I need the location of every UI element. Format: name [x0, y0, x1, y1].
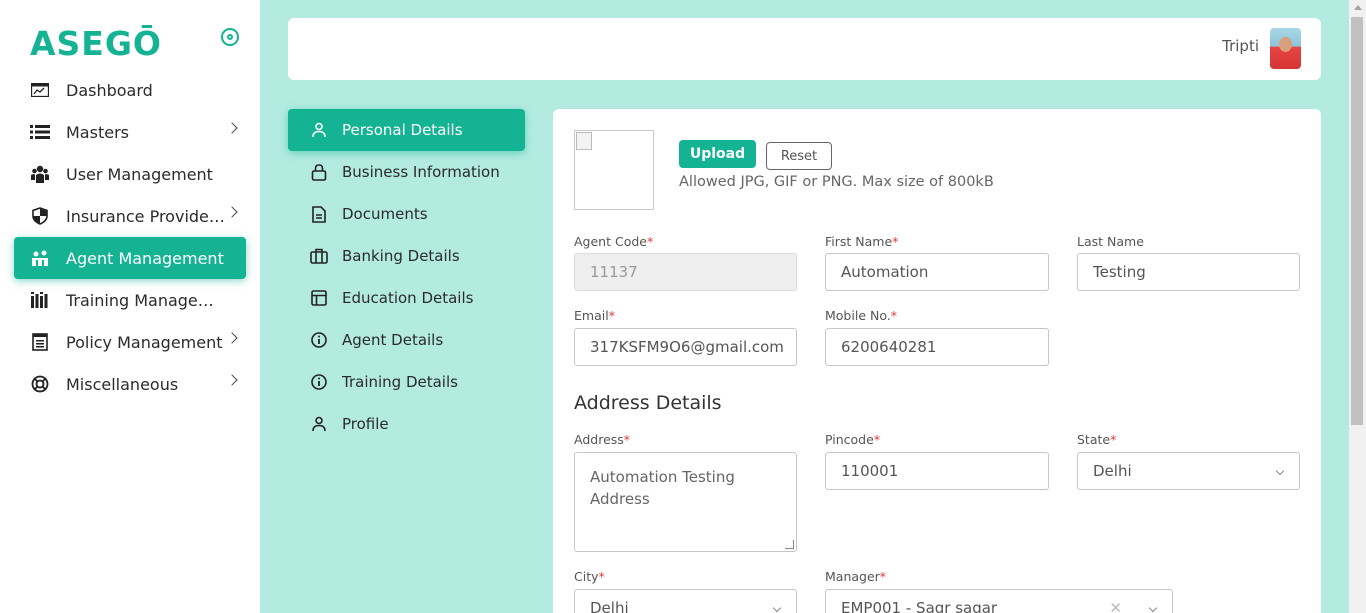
personal-details-form: Upload Reset Allowed JPG, GIF or PNG. Ma… [553, 109, 1321, 613]
agent-tabs: Personal Details Business Information Do… [288, 109, 525, 445]
user-icon [310, 415, 328, 433]
avatar[interactable] [1270, 28, 1301, 69]
chevron-right-icon [226, 374, 238, 386]
upload-hint: Allowed JPG, GIF or PNG. Max size of 800… [679, 174, 994, 190]
city-select-value: Delhi [590, 599, 629, 613]
first-name-label: First Name* [825, 234, 899, 249]
manager-select[interactable]: EMP001 - Sagr sagar ✕ [825, 589, 1173, 613]
last-name-label: Last Name [1077, 234, 1144, 249]
sidebar-item-label: Training Managem... [66, 290, 228, 310]
pincode-label: Pincode* [825, 432, 881, 447]
email-label: Email* [574, 308, 615, 323]
address-label: Address* [574, 432, 631, 447]
sidebar-item-miscellaneous[interactable]: Miscellaneous [14, 363, 246, 405]
agent-code-field[interactable]: 11137 [574, 253, 797, 291]
page-scrollbar[interactable] [1349, 0, 1366, 613]
sidebar-item-label: Miscellaneous [66, 374, 179, 394]
lock-icon [310, 163, 328, 181]
sidebar-item-masters[interactable]: Masters [14, 111, 246, 153]
user-icon [310, 121, 328, 139]
sidebar-item-label: Dashboard [66, 80, 153, 100]
sidebar-item-user-management[interactable]: User Management [14, 153, 246, 195]
brand-logo[interactable]: ASEGŌ [30, 24, 162, 63]
briefcase-icon [310, 247, 328, 265]
tab-education-details[interactable]: Education Details [288, 277, 525, 319]
chevron-down-icon [772, 603, 782, 613]
email-field[interactable]: 317KSFM9O6@gmail.com [574, 328, 797, 366]
tab-label: Agent Details [342, 331, 444, 349]
tab-training-details[interactable]: Training Details [288, 361, 525, 403]
city-label: City* [574, 569, 605, 584]
tab-profile[interactable]: Profile [288, 403, 525, 445]
tab-business-information[interactable]: Business Information [288, 151, 525, 193]
info-icon [310, 373, 328, 391]
last-name-field[interactable]: Testing [1077, 253, 1300, 291]
sidebar-item-agent-management[interactable]: Agent Management [14, 237, 246, 279]
chevron-down-icon [1275, 466, 1285, 476]
mobile-label: Mobile No.* [825, 308, 897, 323]
users-icon [30, 164, 50, 184]
sidebar-item-label: Masters [66, 122, 129, 142]
address-textarea[interactable]: Automation Testing Address [574, 452, 797, 552]
state-select-value: Delhi [1093, 462, 1132, 480]
reset-button[interactable]: Reset [766, 142, 832, 170]
file-icon [310, 205, 328, 223]
manager-select-value: EMP001 - Sagr sagar [841, 599, 998, 613]
user-name[interactable]: Tripti [1222, 37, 1259, 55]
sidebar-nav: Dashboard Masters User Management Insura… [14, 69, 246, 405]
sidebar-item-label: Agent Management [66, 248, 224, 268]
sidebar-item-label: User Management [66, 164, 213, 184]
tab-documents[interactable]: Documents [288, 193, 525, 235]
sidebar-item-label: Policy Management [66, 332, 223, 352]
agent-icon [30, 248, 50, 268]
mobile-field[interactable]: 6200640281 [825, 328, 1049, 366]
lifebuoy-icon [30, 374, 50, 394]
tab-label: Business Information [342, 163, 500, 181]
dashboard-icon [30, 80, 50, 100]
layout-icon [310, 289, 328, 307]
state-select[interactable]: Delhi [1077, 452, 1300, 490]
shield-icon [30, 206, 50, 226]
chevron-right-icon [226, 332, 238, 344]
scrollbar-thumb[interactable] [1351, 17, 1363, 425]
pincode-field[interactable]: 110001 [825, 452, 1049, 490]
top-header: Tripti [288, 18, 1321, 80]
tab-personal-details[interactable]: Personal Details [288, 109, 525, 151]
profile-photo-placeholder [574, 130, 654, 210]
list-icon [30, 122, 50, 142]
sidebar-item-training-management[interactable]: Training Managem... [14, 279, 246, 321]
upload-button[interactable]: Upload [679, 140, 756, 168]
tab-label: Profile [342, 415, 389, 433]
tab-label: Training Details [342, 373, 458, 391]
clear-icon[interactable]: ✕ [1109, 599, 1122, 613]
tab-label: Personal Details [342, 121, 463, 139]
scroll-up-arrow-icon[interactable] [1354, 5, 1362, 10]
tab-label: Education Details [342, 289, 474, 307]
books-icon [30, 290, 50, 310]
chevron-down-icon [1148, 603, 1158, 613]
state-label: State* [1077, 432, 1117, 447]
address-details-heading: Address Details [574, 392, 722, 414]
agent-code-label: Agent Code* [574, 234, 654, 249]
tab-banking-details[interactable]: Banking Details [288, 235, 525, 277]
sidebar-toggle-icon[interactable] [221, 28, 239, 46]
chevron-right-icon [226, 206, 238, 218]
sidebar: ASEGŌ Dashboard Masters User Management [0, 0, 260, 613]
tab-agent-details[interactable]: Agent Details [288, 319, 525, 361]
sidebar-item-label: Insurance Provider ... [66, 206, 228, 226]
manager-label: Manager* [825, 569, 887, 584]
sidebar-item-dashboard[interactable]: Dashboard [14, 69, 246, 111]
tab-label: Documents [342, 205, 428, 223]
city-select[interactable]: Delhi [574, 589, 797, 613]
document-icon [30, 332, 50, 352]
tab-label: Banking Details [342, 247, 460, 265]
info-icon [310, 331, 328, 349]
sidebar-item-insurance-provider[interactable]: Insurance Provider ... [14, 195, 246, 237]
first-name-field[interactable]: Automation [825, 253, 1049, 291]
chevron-right-icon [226, 122, 238, 134]
sidebar-item-policy-management[interactable]: Policy Management [14, 321, 246, 363]
